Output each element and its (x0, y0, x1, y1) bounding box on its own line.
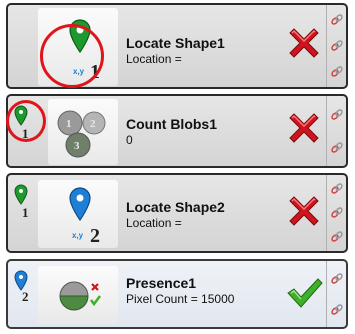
location-pin-icon: 1 (14, 105, 29, 141)
chain-link-icon[interactable] (330, 206, 344, 220)
link-column (326, 261, 346, 327)
tool-number: 1 (90, 61, 100, 83)
location-pin-icon: 1 (14, 184, 29, 220)
fail-status (284, 191, 324, 236)
red-x-icon (289, 113, 319, 143)
chain-link-icon[interactable] (330, 230, 344, 244)
location-pin-icon: x,y 1 (69, 19, 100, 83)
step-detail: Pixel Count = 15000 (126, 292, 235, 306)
step-title: Locate Shape2 (126, 199, 225, 215)
red-x-icon (289, 196, 319, 226)
reference-column: 1 (10, 98, 32, 164)
reference-number: 1 (22, 126, 29, 141)
step-title: Presence1 (126, 275, 197, 291)
chain-link-icon[interactable] (330, 272, 344, 286)
tool-number: 2 (90, 225, 100, 247)
reference-number: 1 (22, 205, 29, 220)
presence-icon (59, 281, 101, 311)
red-x-icon (289, 28, 319, 58)
step-locate-shape2[interactable]: 1 x,y 2 Locate Shape2 Location = (6, 173, 348, 253)
chain-link-icon[interactable] (330, 39, 344, 53)
step-info: Locate Shape1 Location = (126, 35, 225, 67)
step-locate-shape1[interactable]: x,y 1 Locate Shape1 Location = (6, 3, 348, 89)
blobs-icon: 1 2 3 (57, 110, 106, 158)
svg-text:1: 1 (66, 118, 72, 130)
step-info: Count Blobs1 0 (126, 116, 217, 148)
fail-status (284, 23, 324, 68)
link-column (326, 96, 346, 166)
fail-status (284, 108, 324, 153)
step-info: Presence1 Pixel Count = 15000 (126, 275, 234, 307)
reference-column: 1 (10, 177, 32, 249)
chain-link-icon[interactable] (330, 303, 344, 317)
chain-link-icon[interactable] (330, 182, 344, 196)
step-title: Locate Shape1 (126, 35, 225, 51)
chain-link-icon[interactable] (330, 13, 344, 27)
tool-tile[interactable]: x,y 1 (38, 8, 118, 86)
step-info: Locate Shape2 Location = (126, 199, 225, 231)
step-title: Count Blobs1 (126, 116, 217, 132)
step-detail: 0 (126, 133, 133, 147)
step-presence1[interactable]: 2 Presence1 Pixel Count = 15000 (6, 259, 348, 329)
tool-tile[interactable]: x,y 2 (38, 180, 118, 248)
green-check-icon (287, 278, 323, 308)
step-detail: Location = (126, 216, 182, 230)
step-count-blobs1[interactable]: 1 1 2 3 Count Blobs1 0 (6, 94, 348, 168)
step-detail: Location = (126, 52, 182, 66)
coord-label: x,y (72, 231, 84, 240)
coord-label: x,y (73, 67, 85, 76)
chain-link-icon[interactable] (330, 141, 344, 155)
tool-tile[interactable] (38, 266, 118, 324)
reference-number: 2 (22, 289, 29, 304)
tool-tile[interactable]: 1 2 3 (48, 99, 118, 165)
link-column (326, 175, 346, 251)
pass-status (284, 273, 324, 318)
link-column (326, 5, 346, 87)
location-pin-icon: 2 (14, 270, 29, 304)
svg-text:3: 3 (74, 140, 80, 152)
chain-link-icon[interactable] (330, 108, 344, 122)
chain-link-icon[interactable] (330, 65, 344, 79)
reference-column: 2 (10, 263, 32, 325)
svg-text:2: 2 (90, 118, 96, 130)
reference-column (10, 7, 32, 85)
location-pin-icon: x,y 2 (69, 187, 100, 247)
